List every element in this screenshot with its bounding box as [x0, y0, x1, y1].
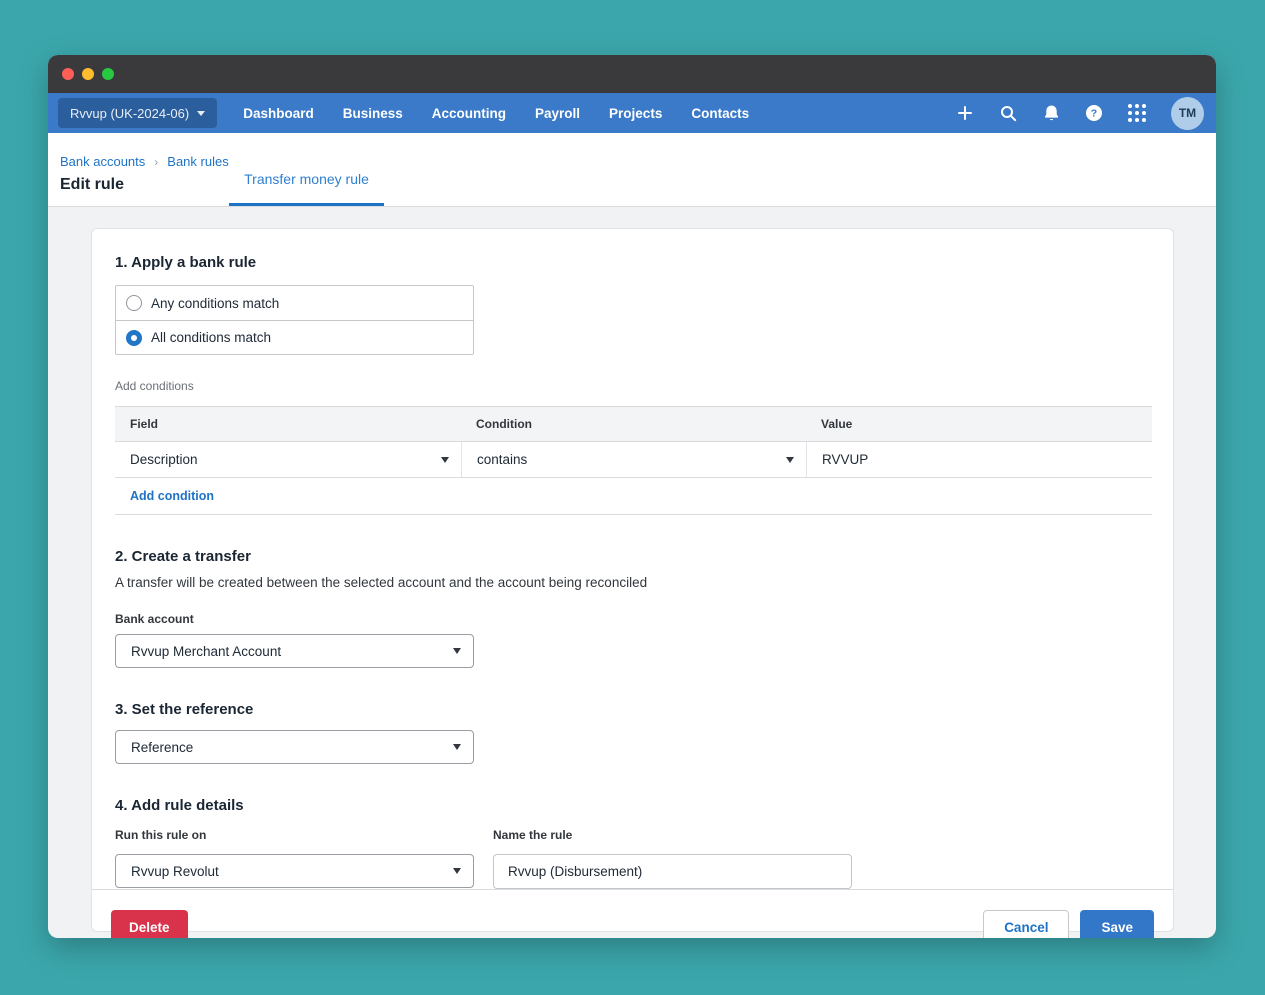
add-conditions-label: Add conditions — [115, 379, 1150, 393]
edit-rule-form: 1. Apply a bank rule Any conditions matc… — [92, 229, 1173, 889]
name-the-rule-label: Name the rule — [493, 828, 572, 842]
window-titlebar — [48, 55, 1216, 93]
notifications-bell-icon[interactable] — [1042, 104, 1060, 122]
condition-value-input[interactable]: RVVUP — [806, 442, 1152, 477]
section-apply-rule-heading: 1. Apply a bank rule — [115, 254, 1150, 271]
save-button[interactable]: Save — [1080, 910, 1154, 938]
edit-rule-card: 1. Apply a bank rule Any conditions matc… — [91, 228, 1174, 932]
radio-any-conditions[interactable]: Any conditions match — [116, 286, 473, 320]
search-icon[interactable] — [999, 104, 1017, 122]
conditions-match-radio-group: Any conditions match All conditions matc… — [115, 285, 474, 355]
rule-name-input[interactable] — [493, 854, 852, 889]
radio-all-conditions[interactable]: All conditions match — [116, 320, 473, 354]
cancel-button[interactable]: Cancel — [983, 910, 1069, 938]
chevron-down-icon — [786, 457, 794, 463]
radio-any-conditions-label: Any conditions match — [151, 296, 279, 311]
nav-item-dashboard[interactable]: Dashboard — [243, 106, 314, 121]
reference-select-value: Reference — [131, 740, 193, 755]
column-header-value: Value — [806, 417, 1152, 431]
breadcrumb-separator-icon: › — [154, 155, 158, 169]
add-condition-row: Add condition — [115, 478, 1152, 515]
condition-value-text: RVVUP — [822, 452, 868, 467]
apps-grid-icon[interactable] — [1128, 104, 1146, 122]
org-picker[interactable]: Rvvup (UK-2024-06) — [58, 98, 217, 128]
primary-nav: Dashboard Business Accounting Payroll Pr… — [243, 106, 749, 121]
create-transfer-description: A transfer will be created between the s… — [115, 575, 1150, 590]
breadcrumb-bank-rules[interactable]: Bank rules — [167, 154, 228, 169]
org-name: Rvvup (UK-2024-06) — [70, 106, 189, 121]
run-rule-on-select[interactable]: Rvvup Revolut — [115, 854, 474, 888]
chevron-down-icon — [197, 111, 205, 116]
chevron-down-icon — [441, 457, 449, 463]
minimize-window-button[interactable] — [82, 68, 94, 80]
chevron-down-icon — [453, 744, 461, 750]
bank-account-select[interactable]: Rvvup Merchant Account — [115, 634, 474, 668]
top-navbar: Rvvup (UK-2024-06) Dashboard Business Ac… — [48, 93, 1216, 133]
form-footer: Delete Cancel Save — [92, 889, 1173, 938]
page-body: 1. Apply a bank rule Any conditions matc… — [48, 207, 1216, 938]
condition-select-value: contains — [477, 452, 527, 467]
navbar-actions: ? TM — [956, 97, 1204, 130]
bank-account-select-value: Rvvup Merchant Account — [131, 644, 281, 659]
section-rule-details-heading: 4. Add rule details — [115, 797, 1150, 814]
conditions-table: Field Condition Value Description contai… — [115, 406, 1152, 515]
conditions-table-header: Field Condition Value — [115, 407, 1152, 442]
app-window: Rvvup (UK-2024-06) Dashboard Business Ac… — [48, 55, 1216, 938]
radio-all-conditions-label: All conditions match — [151, 330, 271, 345]
section-create-transfer-heading: 2. Create a transfer — [115, 548, 1150, 565]
user-avatar[interactable]: TM — [1171, 97, 1204, 130]
rule-details-labels: Run this rule on Name the rule — [115, 828, 1150, 842]
page-header: Bank accounts › Bank rules Edit rule Tra… — [48, 133, 1216, 207]
field-select[interactable]: Description — [115, 442, 461, 477]
section-set-reference-heading: 3. Set the reference — [115, 701, 1150, 718]
help-icon[interactable]: ? — [1085, 104, 1103, 122]
column-header-field: Field — [115, 417, 461, 431]
column-header-condition: Condition — [461, 417, 806, 431]
delete-button[interactable]: Delete — [111, 910, 188, 938]
run-rule-on-label: Run this rule on — [115, 828, 474, 842]
close-window-button[interactable] — [62, 68, 74, 80]
run-rule-on-select-value: Rvvup Revolut — [131, 864, 219, 879]
reference-select[interactable]: Reference — [115, 730, 474, 764]
tab-transfer-money-rule[interactable]: Transfer money rule — [229, 154, 384, 206]
nav-item-business[interactable]: Business — [343, 106, 403, 121]
field-select-value: Description — [130, 452, 198, 467]
radio-selected-icon — [126, 330, 142, 346]
breadcrumb-bank-accounts[interactable]: Bank accounts — [60, 154, 145, 169]
chevron-down-icon — [453, 868, 461, 874]
nav-item-contacts[interactable]: Contacts — [691, 106, 749, 121]
condition-row: Description contains RVVUP — [115, 442, 1152, 478]
add-condition-button[interactable]: Add condition — [130, 489, 214, 503]
radio-unselected-icon — [126, 295, 142, 311]
add-new-icon[interactable] — [956, 104, 974, 122]
nav-item-payroll[interactable]: Payroll — [535, 106, 580, 121]
svg-text:?: ? — [1091, 108, 1097, 120]
chevron-down-icon — [453, 648, 461, 654]
bank-account-label: Bank account — [115, 612, 1150, 626]
condition-select[interactable]: contains — [461, 442, 806, 477]
rule-details-fields: Rvvup Revolut — [115, 854, 1150, 889]
nav-item-projects[interactable]: Projects — [609, 106, 662, 121]
fullscreen-window-button[interactable] — [102, 68, 114, 80]
nav-item-accounting[interactable]: Accounting — [432, 106, 506, 121]
